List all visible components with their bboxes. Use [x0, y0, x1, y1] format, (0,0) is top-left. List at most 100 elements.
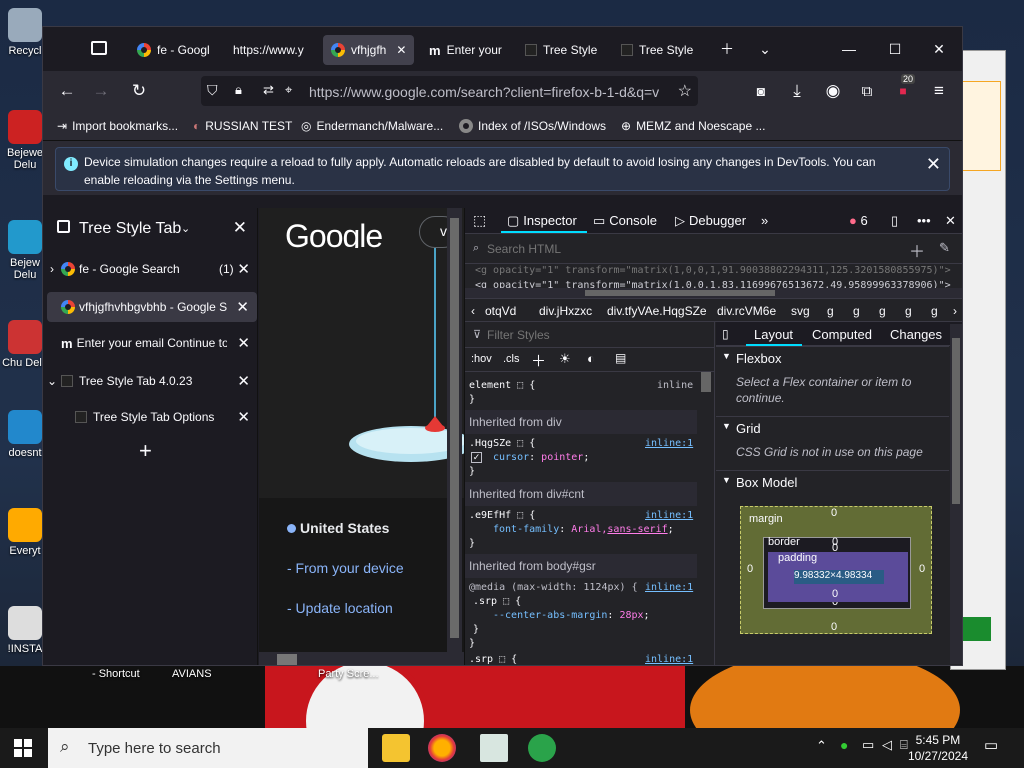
- breadcrumb-item[interactable]: g: [905, 304, 912, 318]
- search-html-input[interactable]: [487, 240, 687, 258]
- sidebar-header[interactable]: Tree Style Tab ⌄ ✕: [43, 208, 257, 246]
- list-tabs-chevron-icon[interactable]: ⌄: [745, 35, 785, 63]
- close-devtools-icon[interactable]: ✕: [945, 213, 956, 229]
- hover-toggle[interactable]: :hov: [471, 353, 492, 365]
- close-icon[interactable]: ✕: [237, 334, 250, 352]
- breadcrumb-next-icon[interactable]: ›: [953, 304, 957, 318]
- rule-source-link[interactable]: inline:1: [645, 438, 693, 449]
- update-location-link[interactable]: - Update location: [287, 600, 393, 616]
- tab-https[interactable]: https://www.y: [225, 35, 317, 65]
- lock-icon[interactable]: 🔒︎: [235, 82, 242, 98]
- url-bar[interactable]: ⛉ 🔒︎ ⇄ ⌖ https://www.google.com/search?c…: [201, 76, 698, 106]
- bookmark-import[interactable]: ⇥ Import bookmarks...: [57, 119, 178, 133]
- breadcrumb-item[interactable]: otqVd: [485, 304, 516, 318]
- sidebar-item-enter-email[interactable]: m Enter your email Continue to ✕: [43, 328, 258, 358]
- menu-icon[interactable]: ≡: [925, 77, 953, 105]
- chevron-right-icon[interactable]: ›: [43, 262, 61, 276]
- hscroll-thumb[interactable]: [277, 654, 297, 665]
- print-media-icon[interactable]: ▤: [615, 351, 626, 365]
- from-device-link[interactable]: - From your device: [287, 560, 404, 576]
- pocket-icon[interactable]: ◙: [747, 77, 775, 105]
- tab-computed[interactable]: Computed: [812, 327, 872, 342]
- breadcrumb-item[interactable]: g: [827, 304, 834, 318]
- add-node-icon[interactable]: ＋: [909, 238, 925, 262]
- tab-changes[interactable]: Changes: [890, 327, 942, 342]
- more-tools-chevron-icon[interactable]: »: [761, 213, 768, 228]
- tab-layout[interactable]: Layout: [754, 327, 793, 342]
- eyedropper-icon[interactable]: ✎: [939, 240, 950, 256]
- page-hscrollbar[interactable]: [259, 652, 464, 665]
- boxmodel-section-header[interactable]: ▼ Box Model: [716, 470, 949, 494]
- rule-source-link[interactable]: inline:1: [645, 582, 693, 593]
- rule-source-link[interactable]: inline:1: [645, 654, 693, 665]
- chevron-up-icon[interactable]: ⌃: [816, 738, 827, 754]
- tray-people-icon[interactable]: ●: [840, 737, 848, 753]
- clock[interactable]: 5:45 PM 10/27/2024: [908, 732, 968, 764]
- extension-icon[interactable]: ■ 20: [889, 74, 917, 105]
- filter-styles-input[interactable]: [487, 327, 687, 343]
- tab-vfhjgfh[interactable]: vfhjgfh ✕: [323, 35, 414, 65]
- notifications-icon[interactable]: ▭: [984, 736, 998, 754]
- language-icon[interactable]: ⌸: [900, 737, 908, 753]
- account-icon[interactable]: ◉: [819, 77, 847, 105]
- padding-bottom-value[interactable]: 0: [832, 588, 838, 600]
- people-icon[interactable]: [528, 734, 556, 762]
- file-explorer-icon[interactable]: [382, 734, 410, 762]
- rule-selector[interactable]: .srp ⬚ {: [473, 596, 521, 607]
- tab-enter-your[interactable]: m Enter your: [421, 35, 511, 65]
- firefox-view-icon[interactable]: [91, 41, 107, 55]
- location-pin-icon[interactable]: ⌖: [285, 82, 292, 98]
- hscroll-thumb[interactable]: [585, 290, 775, 296]
- sidebar-item-tree-style-options[interactable]: Tree Style Tab Options ✕: [43, 402, 258, 432]
- options-icon[interactable]: •••: [917, 213, 931, 228]
- content-size[interactable]: 9.98332×4.98334: [794, 570, 872, 581]
- margin-bottom-value[interactable]: 0: [831, 621, 837, 633]
- flexbox-section-header[interactable]: ▼ Flexbox: [716, 346, 949, 370]
- markup-line[interactable]: <g opacity="1" transform="matrix(1,0,0,1…: [475, 265, 951, 276]
- rule-selector[interactable]: .e9EfHf ⬚ {: [469, 510, 535, 521]
- app-icon[interactable]: [480, 734, 508, 762]
- property-checkbox[interactable]: ✓: [471, 452, 482, 463]
- markup-hscrollbar[interactable]: [465, 288, 962, 298]
- desktop-icon-party[interactable]: Party Scre...: [318, 668, 379, 680]
- tab-tree-style-1[interactable]: Tree Style: [517, 35, 607, 65]
- close-icon[interactable]: ✕: [237, 372, 250, 390]
- maximize-button[interactable]: ☐: [875, 35, 915, 63]
- background-green-button[interactable]: [961, 617, 991, 641]
- margin-top-value[interactable]: 0: [831, 507, 837, 519]
- bookmark-memz[interactable]: ⊕ MEMZ and Noescape ...: [621, 119, 765, 133]
- close-sidebar-icon[interactable]: ✕: [233, 218, 247, 238]
- tab-debugger[interactable]: ▷ Debugger: [675, 213, 746, 229]
- tab-tree-style-2[interactable]: Tree Style: [613, 35, 703, 65]
- dock-icon[interactable]: ▯: [891, 213, 898, 229]
- chevron-down-icon[interactable]: ⌄: [181, 222, 190, 235]
- breadcrumb-prev-icon[interactable]: ‹: [471, 304, 475, 318]
- light-mode-icon[interactable]: ☀: [559, 351, 571, 367]
- vscroll-thumb[interactable]: [450, 218, 459, 638]
- property-line[interactable]: cursor: pointer;: [493, 452, 589, 463]
- close-window-button[interactable]: ✕: [919, 35, 959, 63]
- property-line[interactable]: --center-abs-margin: 28px;: [493, 610, 650, 621]
- extensions-icon[interactable]: ⧉: [853, 77, 881, 105]
- add-rule-icon[interactable]: ＋: [531, 350, 546, 371]
- element-picker-icon[interactable]: ⬚: [473, 212, 486, 229]
- content-box[interactable]: 9.98332×4.98334: [794, 570, 884, 584]
- rules-vscroll-thumb[interactable]: [701, 372, 711, 392]
- bookmark-endermanch[interactable]: ◎ Endermanch/Malware...: [301, 119, 443, 133]
- bookmark-star-icon[interactable]: ☆: [678, 81, 692, 101]
- element-rule-selector[interactable]: element ⬚ {: [469, 380, 535, 391]
- rule-selector[interactable]: .HqgSZe ⬚ {: [469, 438, 535, 449]
- desktop-icon-shortcut[interactable]: - Shortcut: [92, 668, 140, 680]
- network-icon[interactable]: ▭: [862, 737, 874, 753]
- minimize-button[interactable]: —: [829, 35, 869, 63]
- chevron-down-icon[interactable]: ⌄: [43, 374, 61, 388]
- back-button[interactable]: ←: [53, 77, 81, 105]
- close-icon[interactable]: ✕: [237, 408, 250, 426]
- sidebar-item-tree-style-tab[interactable]: ⌄ Tree Style Tab 4.0.23 ✕: [43, 366, 258, 396]
- close-icon[interactable]: ✕: [236, 298, 249, 316]
- reload-button[interactable]: ↻: [125, 77, 153, 105]
- volume-icon[interactable]: ◁: [882, 737, 892, 753]
- breadcrumb-item[interactable]: div.jHxzxc: [539, 304, 592, 318]
- page-vscrollbar[interactable]: [447, 208, 462, 665]
- rule-selector[interactable]: .srp ⬚ {: [469, 654, 517, 665]
